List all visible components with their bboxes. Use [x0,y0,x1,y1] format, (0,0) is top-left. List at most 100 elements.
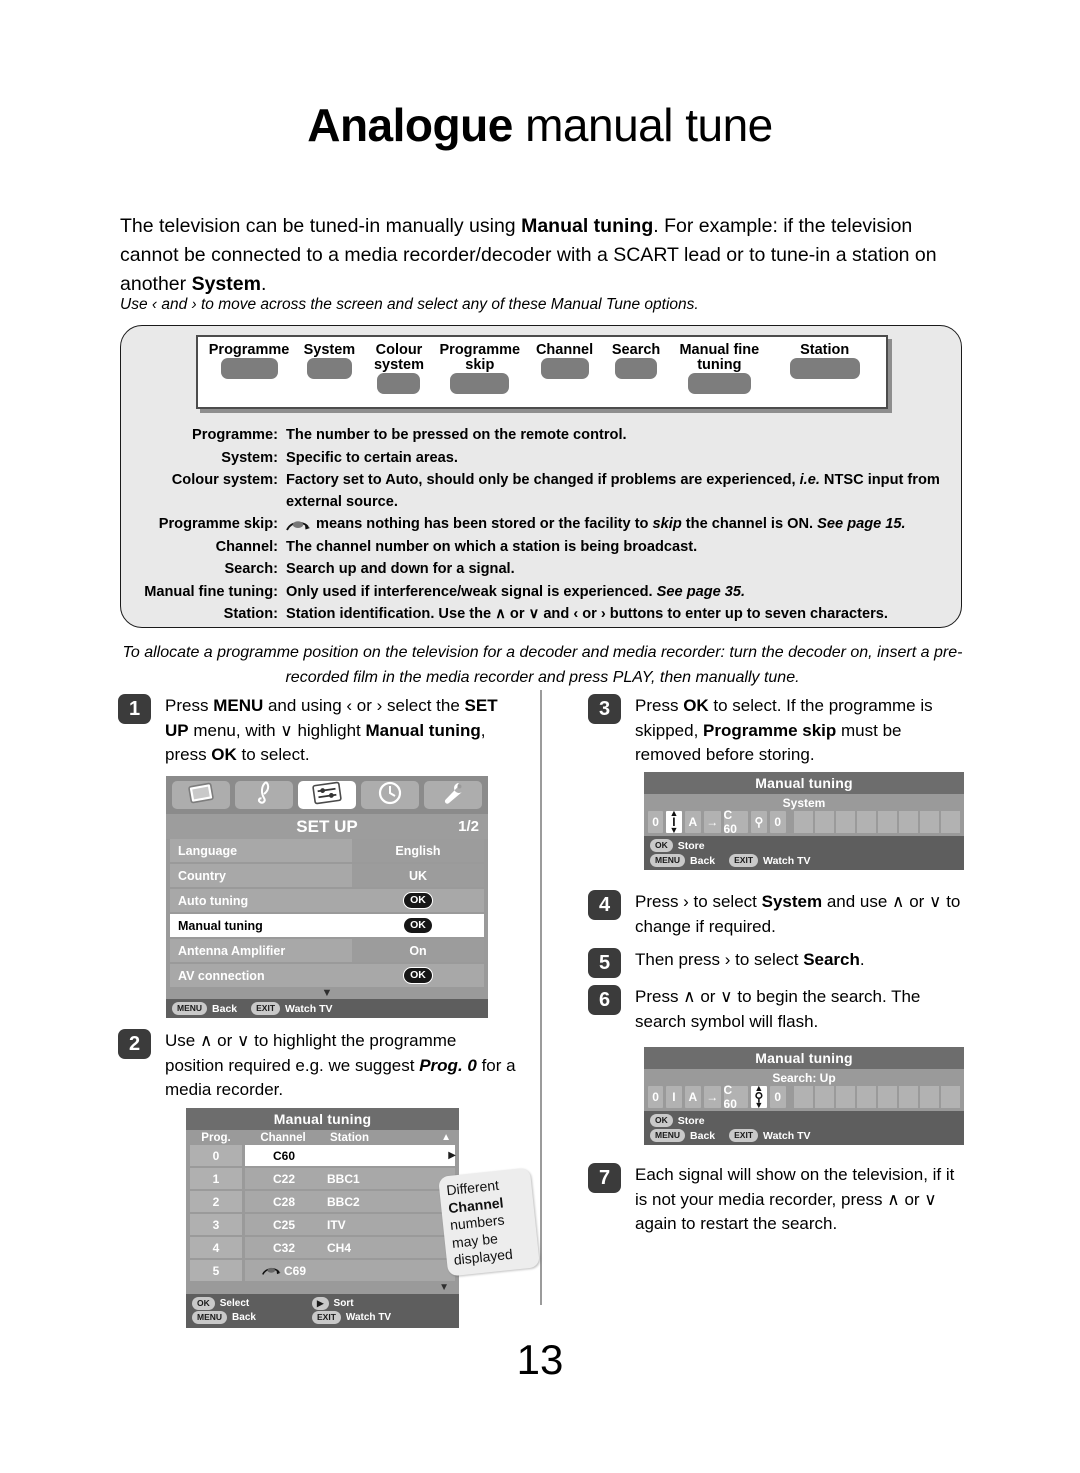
up-arrow-icon[interactable]: ▲ [669,809,678,818]
station-name-slots[interactable] [794,811,960,833]
station-char-slot[interactable] [836,811,855,833]
footer-hint[interactable]: OK Select [192,1297,312,1310]
setup-row-value: On [352,939,484,962]
up-arrow-icon[interactable]: ▲ [754,1084,763,1093]
station-char-slot[interactable] [941,1086,960,1108]
footer-hint-label: Watch TV [763,1129,811,1142]
option-column-pill[interactable] [306,358,352,379]
table-row[interactable]: 4 C32 CH4 [190,1237,455,1258]
param-cell-2[interactable]: A [684,1086,702,1108]
option-column-pill[interactable] [450,373,510,394]
table-row[interactable]: 1 C22 BBC1 [190,1168,455,1189]
footer-hint[interactable]: OK Store [650,839,705,852]
param-cell-0[interactable]: 0 [648,811,664,833]
param-cell-value: ⚲ [754,815,764,829]
option-column-label: System [303,342,356,358]
param-cell-5[interactable]: ⚲ [751,811,767,833]
row-prog: 4 [190,1237,242,1258]
scroll-up-caret-icon: ▲ [441,1132,451,1143]
param-cell-3[interactable]: → [704,1086,721,1108]
setup-tab-picture-icon[interactable] [172,781,230,809]
option-column-2[interactable]: Colour system [365,343,434,402]
option-column-pill[interactable] [615,358,658,379]
station-char-slot[interactable] [794,1086,813,1108]
option-column-5[interactable]: Search [603,343,670,387]
param-cell-2[interactable]: A [684,811,702,833]
setup-row-country[interactable]: Country UK [170,864,484,887]
footer-hint[interactable]: EXIT Watch TV [729,1129,811,1142]
station-char-slot[interactable] [857,811,876,833]
footer-hint[interactable]: MENU Back [650,1129,715,1142]
row-station: BBC1 [327,1171,360,1186]
option-column-7[interactable]: Station [769,343,880,387]
station-char-slot[interactable] [878,811,897,833]
param-cell-6[interactable]: 0 [769,811,786,833]
param-cell-5[interactable]: ⚲ ▲ ▼ [751,1084,767,1110]
option-column-0[interactable]: Programme [204,343,294,387]
down-arrow-icon[interactable]: ▼ [669,826,678,835]
footer-hint[interactable]: ▶ Sort [312,1297,432,1310]
option-column-pill[interactable] [220,358,278,379]
footer-hint[interactable]: MENU Back [172,1002,237,1015]
setup-row-language[interactable]: Language English [170,839,484,862]
sort-right-arrow-icon[interactable]: ▶ [448,1150,456,1161]
station-char-slot[interactable] [920,1086,939,1108]
param-cell-0[interactable]: 0 [648,1086,664,1108]
setup-row-antenna-amplifier[interactable]: Antenna Amplifier On [170,939,484,962]
station-char-slot[interactable] [878,1086,897,1108]
station-char-slot[interactable] [815,1086,834,1108]
footer-hint[interactable]: EXIT Watch TV [251,1002,333,1015]
param-cell-4[interactable]: C 60 [723,1083,749,1111]
footer-hint[interactable]: MENU Back [650,854,715,867]
option-column-1[interactable]: System [294,343,365,387]
step-1: 1 Press MENU and using ‹ or › select the… [118,694,518,768]
station-char-slot[interactable] [794,811,813,833]
footer-hint[interactable]: OK Store [650,1114,705,1127]
option-column-pill[interactable] [377,373,421,394]
station-char-slot[interactable] [941,811,960,833]
param-cell-4[interactable]: C 60 [723,808,749,836]
station-char-slot[interactable] [899,1086,918,1108]
table-row[interactable]: 5 C69 [190,1260,455,1281]
option-column-3[interactable]: Programme skip [433,343,526,402]
option-column-pill[interactable] [789,358,860,379]
setup-row-auto-tuning[interactable]: Auto tuning OK [170,889,484,912]
key-badge-exit: EXIT [729,1129,759,1142]
footer-hint-label: Back [690,854,716,867]
setup-row-manual-tuning[interactable]: Manual tuning OK [170,914,484,937]
manual-tuning-list-title: Manual tuning [186,1108,459,1130]
option-column-pill[interactable] [687,373,751,394]
definition-row: Channel: The channel number on which a st… [130,537,952,559]
down-arrow-icon[interactable]: ▼ [754,1101,763,1110]
param-cell-6[interactable]: 0 [769,1086,786,1108]
param-cell-1[interactable]: I [666,1086,682,1108]
station-char-slot[interactable] [920,811,939,833]
page-title: Analogue manual tune [0,98,1080,152]
row-station: CH4 [327,1240,352,1255]
option-column-pill[interactable] [540,358,589,379]
step-6-badge: 6 [588,985,621,1015]
setup-tab-sound-icon[interactable] [235,780,293,809]
station-char-slot[interactable] [899,811,918,833]
setup-row-av-connection[interactable]: AV connection OK [170,964,484,987]
setup-row-value: English [352,839,484,862]
row-prog: 2 [190,1191,242,1212]
station-char-slot[interactable] [857,1086,876,1108]
footer-hint[interactable]: EXIT Watch TV [312,1311,432,1324]
setup-tab-preferences-wrench-icon[interactable] [424,781,482,809]
param-cell-3[interactable]: → [704,811,721,833]
footer-hint[interactable]: MENU Back [192,1311,312,1324]
station-name-slots[interactable] [794,1086,960,1108]
station-char-slot[interactable] [836,1086,855,1108]
footer-hint[interactable]: EXIT Watch TV [729,854,811,867]
setup-tab-timer-clock-icon[interactable] [361,781,419,809]
option-column-6[interactable]: Manual fine tuning [669,343,769,402]
option-column-4[interactable]: Channel [526,343,602,387]
table-row[interactable]: 3 C25 ITV [190,1214,455,1235]
station-char-slot[interactable] [815,811,834,833]
param-cell-1[interactable]: I ▲ ▼ [666,809,682,835]
setup-tab-setup-sliders-icon[interactable] [298,781,356,809]
table-row[interactable]: 2 C28 BBC2 [190,1191,455,1212]
table-row[interactable]: 0 C60 ▶ [190,1145,456,1166]
option-column-label: Station [800,342,850,358]
